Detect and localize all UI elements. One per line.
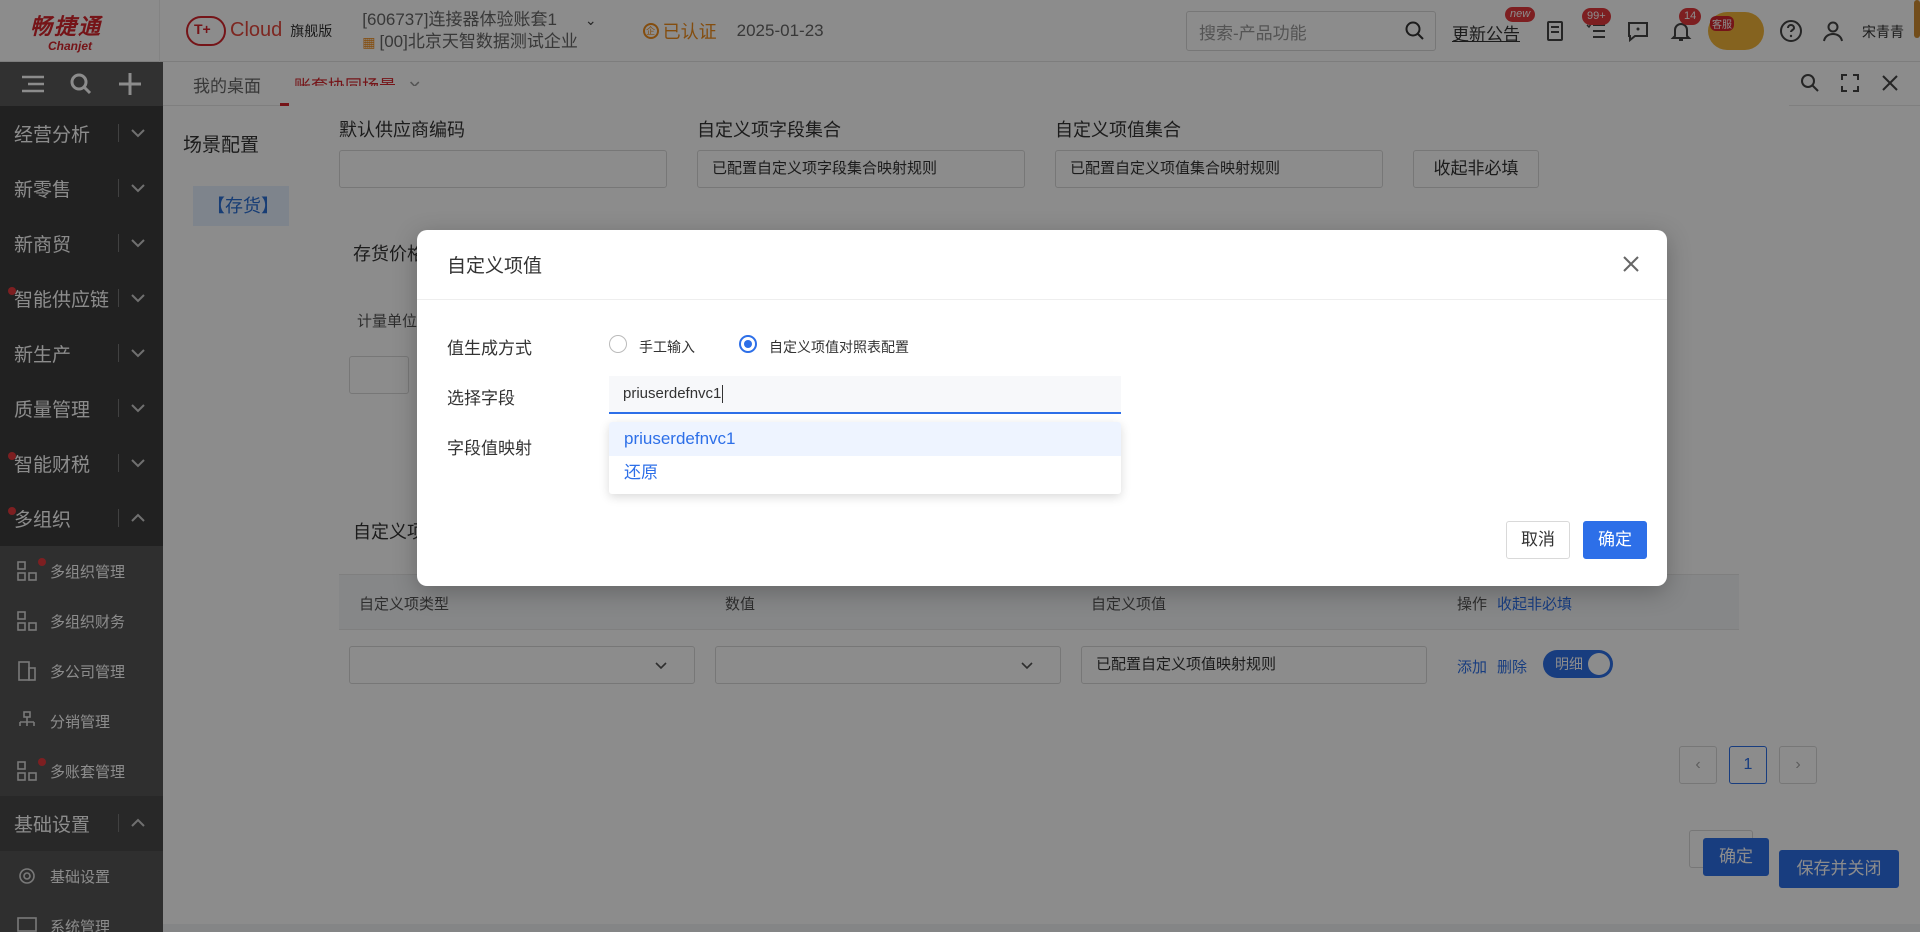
select-field-value: priuserdefnvc1	[623, 385, 722, 402]
radio-mapping-label[interactable]: 自定义项值对照表配置	[769, 337, 909, 357]
dialog-title: 自定义项值	[417, 230, 1667, 300]
custom-value-dialog: 自定义项值 值生成方式 手工输入 自定义项值对照表配置 选择字段 priuser…	[417, 230, 1667, 586]
field-mapping-label: 字段值映射	[447, 439, 532, 458]
select-field-input[interactable]: priuserdefnvc1	[609, 376, 1121, 414]
radio-mapping-table[interactable]	[739, 335, 757, 353]
generation-method-label: 值生成方式	[447, 339, 532, 358]
select-field-label: 选择字段	[447, 389, 515, 408]
dropdown-option-priuserdefnvc1[interactable]: priuserdefnvc1	[609, 422, 1121, 456]
text-caret	[722, 385, 724, 404]
dropdown-option-restore[interactable]: 还原	[609, 456, 1121, 490]
close-icon[interactable]	[1619, 252, 1643, 276]
dialog-cancel-button[interactable]: 取消	[1506, 521, 1570, 559]
field-dropdown: priuserdefnvc1 还原	[609, 422, 1121, 494]
dialog-confirm-button[interactable]: 确定	[1583, 521, 1647, 559]
radio-manual-input[interactable]	[609, 335, 627, 353]
radio-manual-label[interactable]: 手工输入	[639, 337, 695, 357]
